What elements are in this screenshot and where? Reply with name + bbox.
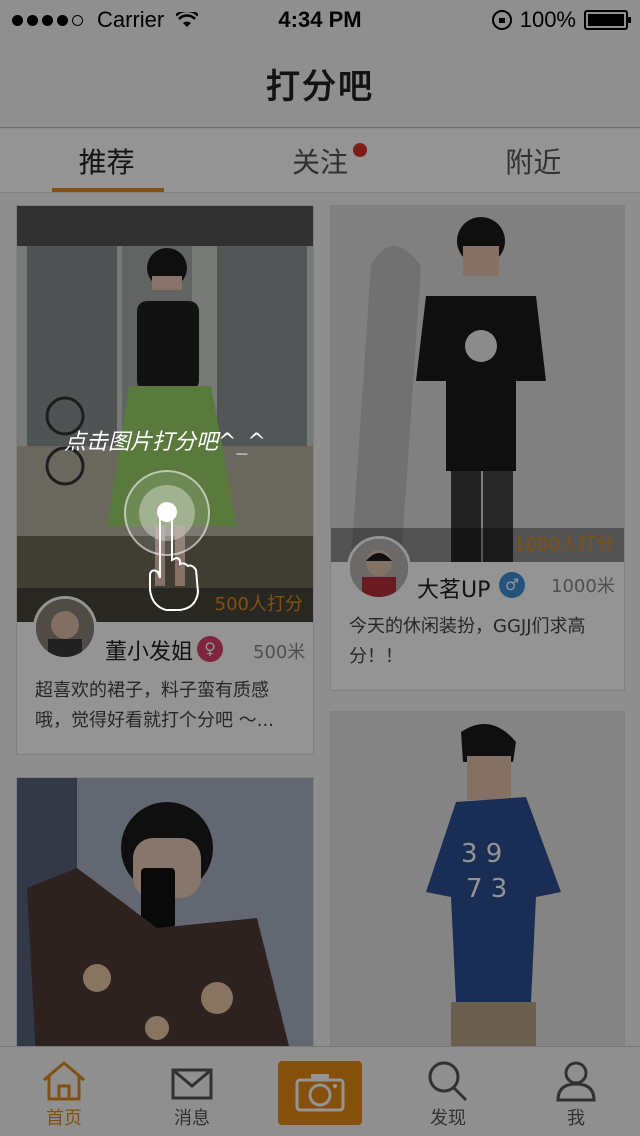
female-icon: ♀ bbox=[197, 636, 223, 662]
page-title: 打分吧 bbox=[266, 67, 374, 107]
pointing-hand-icon bbox=[149, 513, 200, 611]
svg-text:7 3: 7 3 bbox=[466, 874, 507, 904]
distance: 1000米 bbox=[551, 576, 615, 597]
post-description: 超喜欢的裙子，料子蛮有质感哦，觉得好看就打个分吧 ～... bbox=[35, 680, 274, 731]
home-icon bbox=[43, 1061, 85, 1101]
post-card[interactable]: 3 9 7 3 bbox=[330, 711, 625, 1046]
post-card[interactable] bbox=[16, 777, 314, 1046]
tab-home[interactable]: 首页 bbox=[0, 1047, 128, 1136]
tab-camera[interactable] bbox=[256, 1047, 384, 1136]
rotation-lock-icon bbox=[491, 10, 512, 30]
nav-bar: 打分吧 bbox=[0, 40, 640, 128]
tab-label: 我 bbox=[567, 1108, 585, 1129]
post-photo[interactable]: 1000人打分 bbox=[331, 206, 624, 562]
tab-label: 首页 bbox=[46, 1108, 82, 1129]
tab-following[interactable]: 关注 bbox=[213, 129, 426, 192]
tab-recommended[interactable]: 推荐 bbox=[0, 129, 213, 192]
camera-button[interactable] bbox=[278, 1061, 362, 1125]
post-description: 今天的休闲装扮，GGJJ们求高分！！ bbox=[349, 616, 586, 667]
avatar[interactable] bbox=[347, 536, 411, 600]
tab-discover[interactable]: 发现 bbox=[384, 1047, 512, 1136]
tab-label: 推荐 bbox=[78, 145, 135, 179]
post-photo[interactable]: 3 9 7 3 bbox=[331, 712, 624, 1046]
svg-text:3 9: 3 9 bbox=[461, 839, 502, 869]
tab-label: 附近 bbox=[505, 145, 562, 179]
tab-label: 消息 bbox=[174, 1108, 210, 1129]
post-card[interactable]: 1000人打分 大茗UP ♂ 1000米 今天的休闲装扮，GGJJ们求高分！！ bbox=[330, 205, 625, 691]
status-bar: Carrier 4:34 PM 100% bbox=[0, 0, 640, 40]
tutorial-hint: 点击图片打分吧^_^ bbox=[64, 430, 266, 455]
username[interactable]: 董小发姐 bbox=[105, 634, 193, 666]
battery-icon bbox=[584, 10, 631, 30]
avatar[interactable] bbox=[33, 596, 97, 660]
mail-icon bbox=[171, 1068, 213, 1100]
camera-icon bbox=[295, 1074, 345, 1112]
person-icon bbox=[556, 1061, 596, 1102]
notification-dot bbox=[352, 143, 367, 157]
tab-label: 发现 bbox=[430, 1108, 466, 1129]
search-icon bbox=[428, 1061, 468, 1102]
tab-label: 关注 bbox=[291, 145, 348, 179]
tab-messages[interactable]: 消息 bbox=[128, 1047, 256, 1136]
battery-percent: 100% bbox=[519, 7, 576, 32]
post-photo[interactable] bbox=[17, 778, 313, 1046]
feed[interactable]: 500人打分 董小发姐 ♀ 500米 超喜欢的裙子，料子蛮有质感哦，觉得好看就打… bbox=[0, 193, 640, 1046]
username[interactable]: 大茗UP bbox=[417, 572, 490, 604]
tab-me[interactable]: 我 bbox=[512, 1047, 640, 1136]
male-icon: ♂ bbox=[499, 572, 525, 598]
segment-tabs: 推荐 关注 附近 bbox=[0, 129, 640, 193]
tab-nearby[interactable]: 附近 bbox=[427, 129, 640, 192]
bottom-tab-bar: 首页 消息 发现 我 bbox=[0, 1046, 640, 1136]
distance: 500米 bbox=[253, 642, 306, 663]
